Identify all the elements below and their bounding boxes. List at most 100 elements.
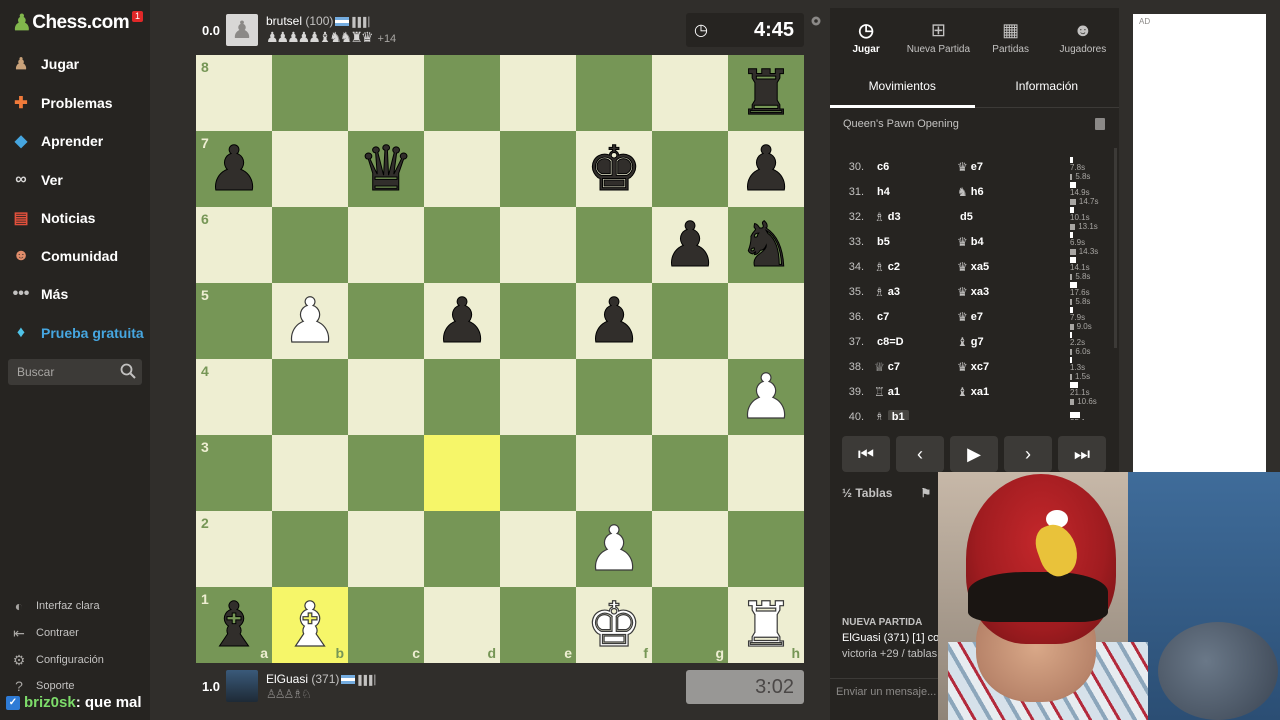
sidebar-item-ver[interactable]: ∞ Ver xyxy=(10,165,63,195)
black-pawn-piece[interactable]: ♟ xyxy=(434,289,491,352)
square-b8[interactable] xyxy=(272,55,348,131)
sidebar-item-problemas[interactable]: ✚ Problemas xyxy=(10,88,112,118)
white-rook-piece[interactable]: ♜ xyxy=(738,593,795,656)
tab-partidas[interactable]: ▦ Partidas xyxy=(975,8,1047,66)
white-move[interactable]: ♗ a3 xyxy=(874,285,957,299)
tab-movimientos[interactable]: Movimientos xyxy=(830,68,975,108)
square-g1[interactable]: g xyxy=(652,587,728,663)
square-b1[interactable]: b ♝ xyxy=(272,587,348,663)
square-f4[interactable] xyxy=(576,359,652,435)
black-move[interactable]: ♛ xc7 xyxy=(957,360,1057,374)
square-h5[interactable] xyxy=(728,283,804,359)
white-bishop-piece[interactable]: ♝ xyxy=(282,593,339,656)
black-pawn-piece[interactable]: ♟ xyxy=(662,213,719,276)
first-move-button[interactable]: ⏮ xyxy=(842,436,890,472)
black-king-piece[interactable]: ♚ xyxy=(586,137,643,200)
square-g2[interactable] xyxy=(652,511,728,587)
collapse-button[interactable]: ⇤ Contraer xyxy=(10,623,79,643)
square-c3[interactable] xyxy=(348,435,424,511)
square-e2[interactable] xyxy=(500,511,576,587)
black-move[interactable]: ♝ xa1 xyxy=(957,385,1057,399)
square-e6[interactable] xyxy=(500,207,576,283)
sidebar-item-comunidad[interactable]: ☻ Comunidad xyxy=(10,241,118,271)
square-h8[interactable]: ♜ xyxy=(728,55,804,131)
square-b3[interactable] xyxy=(272,435,348,511)
square-e5[interactable] xyxy=(500,283,576,359)
search-icon[interactable] xyxy=(120,363,136,379)
white-pawn-piece[interactable]: ♟ xyxy=(282,289,339,352)
trash-icon[interactable] xyxy=(1095,118,1105,130)
square-h1[interactable]: h ♜ xyxy=(728,587,804,663)
square-a7[interactable]: 7 ♟ xyxy=(196,131,272,207)
draw-button[interactable]: ½ Tablas xyxy=(842,486,906,500)
square-g3[interactable] xyxy=(652,435,728,511)
square-h6[interactable]: ♞ xyxy=(728,207,804,283)
sidebar-item-aprender[interactable]: ◆ Aprender xyxy=(10,126,103,156)
square-d2[interactable] xyxy=(424,511,500,587)
white-move[interactable]: ♕ c7 xyxy=(874,360,957,374)
square-c4[interactable] xyxy=(348,359,424,435)
black-move[interactable]: ♛ e7 xyxy=(957,160,1057,174)
square-e8[interactable] xyxy=(500,55,576,131)
square-d1[interactable]: d xyxy=(424,587,500,663)
square-f8[interactable] xyxy=(576,55,652,131)
square-h4[interactable]: ♟ xyxy=(728,359,804,435)
sidebar-item-mas[interactable]: ••• Más xyxy=(10,279,69,309)
chesscom-logo[interactable]: ♟ Chess.com xyxy=(12,10,130,36)
black-move[interactable]: ♛ xa5 xyxy=(957,260,1057,274)
square-g8[interactable] xyxy=(652,55,728,131)
light-mode-toggle[interactable]: ◐ Interfaz clara xyxy=(10,596,100,616)
square-a3[interactable]: 3 xyxy=(196,435,272,511)
square-f7[interactable]: ♚ xyxy=(576,131,652,207)
black-move[interactable]: ♛ b4 xyxy=(957,235,1057,249)
square-c7[interactable]: ♛ xyxy=(348,131,424,207)
square-f6[interactable] xyxy=(576,207,652,283)
square-b5[interactable]: ♟ xyxy=(272,283,348,359)
square-c2[interactable] xyxy=(348,511,424,587)
square-h3[interactable] xyxy=(728,435,804,511)
white-move[interactable]: c8=D xyxy=(874,336,957,348)
tab-nueva-partida[interactable]: ⊞ Nueva Partida xyxy=(902,8,974,66)
square-a6[interactable]: 6 xyxy=(196,207,272,283)
square-e1[interactable]: e xyxy=(500,587,576,663)
sidebar-item-noticias[interactable]: ▤ Noticias xyxy=(10,203,95,233)
black-move[interactable]: ♛ e7 xyxy=(957,310,1057,324)
next-move-button[interactable]: › xyxy=(1004,436,1052,472)
square-e3[interactable] xyxy=(500,435,576,511)
prev-move-button[interactable]: ‹ xyxy=(896,436,944,472)
bottom-player-avatar[interactable] xyxy=(226,670,258,702)
bottom-player-name[interactable]: ElGuasi (371) ▌▌▌▏ xyxy=(266,672,381,686)
square-e7[interactable] xyxy=(500,131,576,207)
square-f1[interactable]: f ♚ xyxy=(576,587,652,663)
square-g6[interactable]: ♟ xyxy=(652,207,728,283)
square-c8[interactable] xyxy=(348,55,424,131)
square-d7[interactable] xyxy=(424,131,500,207)
square-d3[interactable] xyxy=(424,435,500,511)
square-a8[interactable]: 8 xyxy=(196,55,272,131)
tab-jugadores[interactable]: ☻ Jugadores xyxy=(1047,8,1119,66)
black-move[interactable]: ♝ g7 xyxy=(957,335,1057,349)
square-d6[interactable] xyxy=(424,207,500,283)
chess-board[interactable]: 8 ♜ 7 ♟ ♛ ♚ ♟ 6 ♟ ♞ 5 ♟ ♟ ♟ 4 ♟ 3 2 ♟ 1 a ♝ b ♝ c d e f ♚ g h ♜ xyxy=(196,55,804,663)
notification-badge[interactable]: 1 xyxy=(132,11,143,22)
square-c5[interactable] xyxy=(348,283,424,359)
sidebar-item-jugar[interactable]: ♟ Jugar xyxy=(10,49,79,79)
black-move[interactable]: d5 xyxy=(957,211,1057,223)
square-a1[interactable]: 1 a ♝ xyxy=(196,587,272,663)
square-a4[interactable]: 4 xyxy=(196,359,272,435)
black-move[interactable]: ♛ xa3 xyxy=(957,285,1057,299)
square-b2[interactable] xyxy=(272,511,348,587)
black-pawn-piece[interactable]: ♟ xyxy=(586,289,643,352)
square-g7[interactable] xyxy=(652,131,728,207)
black-pawn-piece[interactable]: ♟ xyxy=(206,137,263,200)
square-f3[interactable] xyxy=(576,435,652,511)
white-move[interactable]: b5 xyxy=(874,236,957,248)
white-move[interactable]: c7 xyxy=(874,311,957,323)
white-move[interactable]: c6 xyxy=(874,161,957,173)
square-c1[interactable]: c xyxy=(348,587,424,663)
play-button[interactable]: ▶ xyxy=(950,436,998,472)
top-player-avatar[interactable]: ♟ xyxy=(226,14,258,46)
white-move[interactable]: ♖ a1 xyxy=(874,385,957,399)
white-pawn-piece[interactable]: ♟ xyxy=(586,517,643,580)
sidebar-item-prueba-gratuita[interactable]: ♦ Prueba gratuita xyxy=(10,318,144,348)
